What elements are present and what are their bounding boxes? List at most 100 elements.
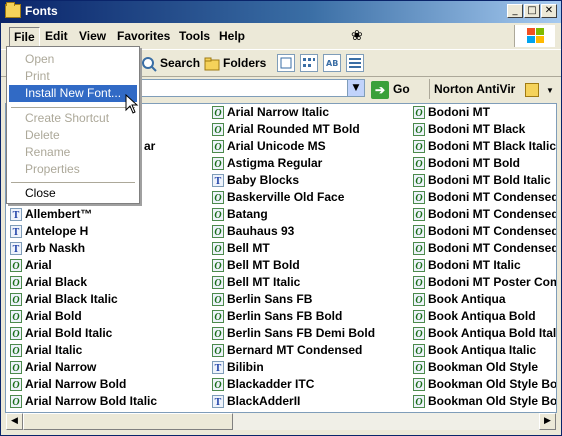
menu-help[interactable]: Help [215,27,249,45]
font-item[interactable]: O Bell MT [212,240,270,257]
font-item[interactable]: O Blackadder ITC [212,376,314,393]
font-item[interactable]: O Bell MT Bold [212,257,300,274]
font-name: Arb Naskh [25,241,86,255]
search-button[interactable]: Search [141,53,200,73]
opentype-font-icon: O [212,327,224,341]
font-item[interactable]: O Astigma Regular [212,155,322,172]
opentype-font-icon: O [212,276,224,290]
menu-create-shortcut[interactable]: Create Shortcut [9,110,137,127]
folders-button[interactable]: Folders [204,53,266,73]
scroll-left-icon[interactable]: ◀ [6,413,23,430]
view-thumbnails-icon[interactable] [277,54,295,72]
address-dropdown-icon[interactable]: ▼ [347,80,364,96]
font-item[interactable]: O Arial Bold [10,308,82,325]
font-item[interactable]: O Arial Italic [10,342,82,359]
font-item[interactable]: O Bodoni MT Black Italic [413,138,556,155]
opentype-font-icon: O [413,310,425,324]
font-name: Arial Narrow Bold Italic [25,394,158,408]
font-item[interactable]: O Bauhaus 93 [212,223,294,240]
font-item[interactable]: O Bodoni MT Italic [413,257,521,274]
font-item[interactable]: O Arial Narrow [10,359,96,376]
font-name: Bodoni MT Italic [428,258,521,272]
font-item[interactable]: O Bodoni MT Poster Comp [413,274,556,291]
opentype-font-icon: O [212,310,224,324]
font-item[interactable]: O Batang [212,206,268,223]
font-item[interactable]: T BlackAdderII [212,393,300,410]
font-item[interactable]: T Bilibin [212,359,264,376]
font-item[interactable]: T Baby Blocks [212,172,299,189]
font-item[interactable]: T Arb Naskh [10,240,85,257]
font-item[interactable]: O Berlin Sans FB Bold [212,308,342,325]
menu-print[interactable]: Print [9,68,137,85]
menu-tools[interactable]: Tools [175,27,214,45]
font-item[interactable]: O Arial Narrow Bold [10,376,126,393]
font-item[interactable]: O Bell MT Italic [212,274,300,291]
font-item[interactable]: O Bodoni MT Black [413,121,525,138]
font-item[interactable]: O Bodoni MT Condensed B [413,223,556,240]
menu-file[interactable]: File [9,27,40,47]
font-item[interactable]: O Berlin Sans FB Demi Bold [212,325,375,342]
font-item[interactable]: O Arial Narrow Bold Italic [10,393,157,410]
font-item[interactable]: O Bodoni MT Bold [413,155,520,172]
font-item[interactable]: T Antelope H [10,223,88,240]
font-name: Arial Narrow Italic [227,105,330,119]
font-item[interactable]: O Baskerville Old Face [212,189,344,206]
font-item[interactable]: O Arial [10,257,52,274]
font-item[interactable]: O Bodoni MT [413,104,490,121]
menu-separator [11,107,135,108]
opentype-font-icon: O [413,361,425,375]
scroll-thumb[interactable] [23,413,233,430]
minimize-button[interactable]: _ [507,4,523,18]
font-name: Arial Black [25,275,88,289]
menu-properties[interactable]: Properties [9,161,137,178]
font-item[interactable]: O Berlin Sans FB [212,291,312,308]
font-item[interactable]: O Bodoni MT Condensed B [413,206,557,223]
view-details-icon[interactable] [346,54,364,72]
opentype-font-icon: O [10,327,22,341]
address-input[interactable]: ▼ [121,79,365,97]
go-button[interactable]: ➔ Go [371,79,410,99]
font-item[interactable]: O Bodoni MT Condensed I [413,240,556,257]
menu-view[interactable]: View [75,27,110,45]
menu-close[interactable]: Close [9,185,137,202]
font-name: Astigma Regular [227,156,323,170]
font-item[interactable]: O Book Antiqua Bold [413,308,536,325]
font-item[interactable]: O Bodoni MT Bold Italic [413,172,551,189]
font-item[interactable]: O Arial Rounded MT Bold [212,121,360,138]
font-item[interactable]: O Book Antiqua Italic [413,342,536,359]
maximize-button[interactable]: □ [524,4,540,18]
font-item[interactable]: O Bookman Old Style Bold [413,376,556,393]
font-item[interactable]: O Bookman Old Style Bold [413,393,556,410]
font-item[interactable]: O Arial Bold Italic [10,325,112,342]
opentype-font-icon: O [212,123,224,137]
menu-favorites[interactable]: Favorites [113,27,174,45]
font-name: Bodoni MT Condensed [428,190,557,204]
menu-install-new-font[interactable]: Install New Font... [9,85,137,102]
menu-edit[interactable]: Edit [41,27,72,45]
font-item[interactable]: O Book Antiqua Bold Italic [413,325,556,342]
font-name: Bodoni MT Condensed B [428,207,557,221]
font-item[interactable]: O Bernard MT Condensed [212,342,362,359]
menu-delete[interactable]: Delete [9,127,137,144]
font-item[interactable]: O Bodoni MT Condensed [413,189,557,206]
font-item[interactable]: O Bookman Old Style [413,359,538,376]
view-similarity-icon[interactable]: AB [323,54,341,72]
norton-antivirus-button[interactable]: Norton AntiVir ▼ [429,79,554,99]
opentype-font-icon: O [212,106,224,120]
horizontal-scrollbar[interactable]: ◀ ▶ [6,413,556,430]
font-item[interactable]: O Arial Narrow Italic [212,104,329,121]
font-name: Arial Unicode MS [227,139,326,153]
norton-dropdown-icon[interactable]: ▼ [546,86,554,95]
close-button[interactable]: ✕ [541,4,557,18]
font-item[interactable]: O Arial Unicode MS [212,138,326,155]
font-name: Blackadder ITC [227,377,315,391]
font-item[interactable]: T Allembert™ [10,206,92,223]
title-bar[interactable]: Fonts _ □ ✕ [1,1,561,23]
font-item[interactable]: O Arial Black Italic [10,291,118,308]
font-item[interactable]: O Book Antiqua [413,291,506,308]
menu-rename[interactable]: Rename [9,144,137,161]
font-item[interactable]: O Arial Black [10,274,87,291]
menu-open[interactable]: Open [9,51,137,68]
view-icons-icon[interactable] [300,54,318,72]
scroll-right-icon[interactable]: ▶ [539,413,556,430]
